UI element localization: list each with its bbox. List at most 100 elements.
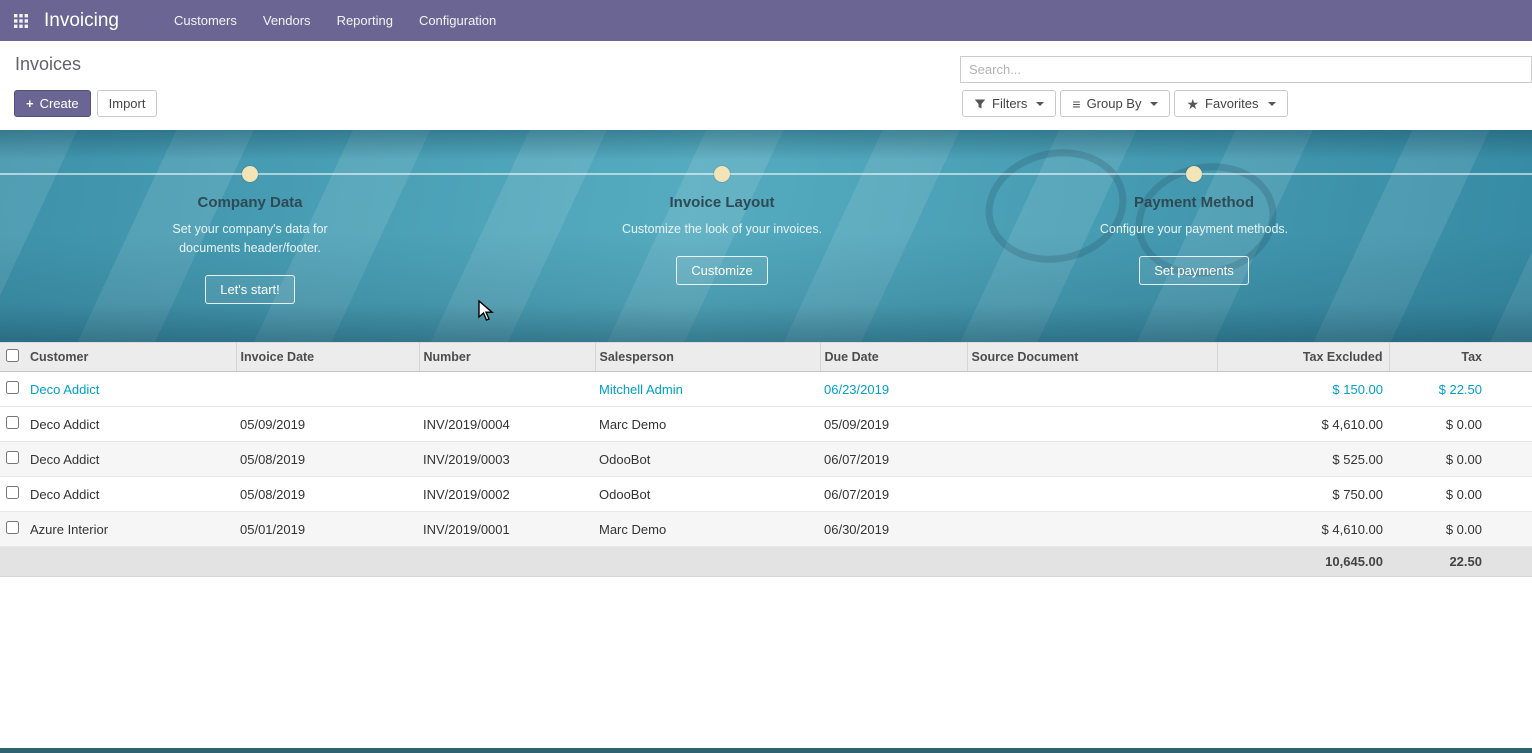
favorites-label: Favorites [1205, 96, 1258, 111]
col-salesperson[interactable]: Salesperson [595, 343, 820, 372]
lets-start-button[interactable]: Let's start! [205, 275, 295, 304]
col-tax[interactable]: Tax [1389, 343, 1532, 372]
invoice-row[interactable]: Deco Addict 05/08/2019 INV/2019/0002 Odo… [0, 477, 1532, 512]
menu-customers[interactable]: Customers [161, 0, 250, 41]
cell-due-date: 06/23/2019 [820, 372, 967, 407]
cell-invoice-date: 05/01/2019 [236, 512, 419, 547]
cell-source-document [967, 442, 1217, 477]
cell-customer: Azure Interior [26, 512, 236, 547]
filter-icon [974, 98, 986, 110]
cell-number: INV/2019/0001 [419, 512, 595, 547]
cell-tax: $ 0.00 [1389, 477, 1532, 512]
total-tax: 22.50 [1389, 547, 1532, 577]
step-description: Configure your payment methods. [1089, 220, 1299, 239]
action-buttons: + Create Import [14, 90, 157, 117]
search-input[interactable] [961, 57, 1531, 82]
cell-tax: $ 0.00 [1389, 512, 1532, 547]
col-invoice-date[interactable]: Invoice Date [236, 343, 419, 372]
menu-vendors[interactable]: Vendors [250, 0, 324, 41]
cell-number: INV/2019/0004 [419, 407, 595, 442]
onboarding-step-company-data: Company Data Set your company's data for… [14, 194, 486, 304]
step-description: Customize the look of your invoices. [617, 220, 827, 239]
cell-number: INV/2019/0003 [419, 442, 595, 477]
search-options: Filters ≡ Group By ★ Favorites [962, 90, 1288, 117]
caret-down-icon [1036, 102, 1044, 106]
caret-down-icon [1268, 102, 1276, 106]
cell-tax-excluded: $ 4,610.00 [1217, 512, 1389, 547]
invoice-row[interactable]: Azure Interior 05/01/2019 INV/2019/0001 … [0, 512, 1532, 547]
menu-configuration[interactable]: Configuration [406, 0, 509, 41]
step-description: Set your company's data for documents he… [145, 220, 355, 258]
group-by-button[interactable]: ≡ Group By [1060, 90, 1170, 117]
cell-salesperson: OdooBot [595, 442, 820, 477]
row-checkbox[interactable] [6, 521, 19, 534]
cell-customer: Deco Addict [26, 407, 236, 442]
menu-reporting[interactable]: Reporting [324, 0, 406, 41]
favorites-button[interactable]: ★ Favorites [1174, 90, 1287, 117]
invoicing-app-screen: Invoicing Customers Vendors Reporting Co… [0, 0, 1532, 753]
cell-tax-excluded: $ 525.00 [1217, 442, 1389, 477]
cell-due-date: 05/09/2019 [820, 407, 967, 442]
cell-source-document [967, 477, 1217, 512]
cell-tax: $ 0.00 [1389, 407, 1532, 442]
caret-down-icon [1150, 102, 1158, 106]
col-number[interactable]: Number [419, 343, 595, 372]
step-title: Company Data [14, 194, 486, 211]
step-title: Invoice Layout [486, 194, 958, 211]
onboarding-step-payment-method: Payment Method Configure your payment me… [958, 194, 1430, 285]
apps-grid-icon [14, 14, 28, 28]
cell-customer: Deco Addict [26, 372, 236, 407]
control-panel: Invoices + Create Import Filters ≡ [0, 41, 1532, 130]
cell-number [419, 372, 595, 407]
select-all-checkbox[interactable] [6, 349, 19, 362]
totals-row: 10,645.00 22.50 [0, 547, 1532, 577]
invoice-list: Customer Invoice Date Number Salesperson… [0, 342, 1532, 577]
star-icon: ★ [1186, 97, 1199, 111]
step-dot [1186, 166, 1202, 182]
cell-number: INV/2019/0002 [419, 477, 595, 512]
customize-button[interactable]: Customize [676, 256, 767, 285]
col-tax-excluded[interactable]: Tax Excluded [1217, 343, 1389, 372]
progress-line [0, 173, 1532, 175]
row-checkbox[interactable] [6, 416, 19, 429]
create-button[interactable]: + Create [14, 90, 91, 117]
invoice-row[interactable]: Deco Addict Mitchell Admin 06/23/2019 $ … [0, 372, 1532, 407]
cell-invoice-date: 05/08/2019 [236, 442, 419, 477]
filters-button[interactable]: Filters [962, 90, 1056, 117]
col-due-date[interactable]: Due Date [820, 343, 967, 372]
import-button[interactable]: Import [97, 90, 158, 117]
bottom-strip [0, 748, 1532, 753]
invoice-row[interactable]: Deco Addict 05/08/2019 INV/2019/0003 Odo… [0, 442, 1532, 477]
cell-due-date: 06/07/2019 [820, 442, 967, 477]
row-checkbox[interactable] [6, 486, 19, 499]
cell-source-document [967, 372, 1217, 407]
cell-invoice-date: 05/08/2019 [236, 477, 419, 512]
row-checkbox[interactable] [6, 381, 19, 394]
group-by-icon: ≡ [1072, 97, 1080, 111]
plus-icon: + [26, 97, 34, 110]
create-button-label: Create [40, 96, 79, 111]
group-by-label: Group By [1087, 96, 1142, 111]
page-title: Invoices [15, 54, 81, 75]
invoice-table: Customer Invoice Date Number Salesperson… [0, 342, 1532, 577]
search-box [960, 56, 1532, 83]
apps-menu-button[interactable] [0, 0, 42, 41]
set-payments-button[interactable]: Set payments [1139, 256, 1249, 285]
invoice-row[interactable]: Deco Addict 05/09/2019 INV/2019/0004 Mar… [0, 407, 1532, 442]
cell-invoice-date: 05/09/2019 [236, 407, 419, 442]
col-source-document[interactable]: Source Document [967, 343, 1217, 372]
cell-salesperson: Marc Demo [595, 407, 820, 442]
cell-customer: Deco Addict [26, 442, 236, 477]
cell-tax: $ 0.00 [1389, 442, 1532, 477]
cell-source-document [967, 512, 1217, 547]
table-header-row: Customer Invoice Date Number Salesperson… [0, 343, 1532, 372]
cell-due-date: 06/07/2019 [820, 477, 967, 512]
cell-due-date: 06/30/2019 [820, 512, 967, 547]
onboarding-banner: Company Data Set your company's data for… [0, 130, 1532, 342]
row-checkbox[interactable] [6, 451, 19, 464]
cell-tax-excluded: $ 750.00 [1217, 477, 1389, 512]
col-customer[interactable]: Customer [26, 343, 236, 372]
main-menu: Customers Vendors Reporting Configuratio… [161, 0, 509, 41]
cell-salesperson: Marc Demo [595, 512, 820, 547]
onboarding-step-invoice-layout: Invoice Layout Customize the look of you… [486, 194, 958, 285]
